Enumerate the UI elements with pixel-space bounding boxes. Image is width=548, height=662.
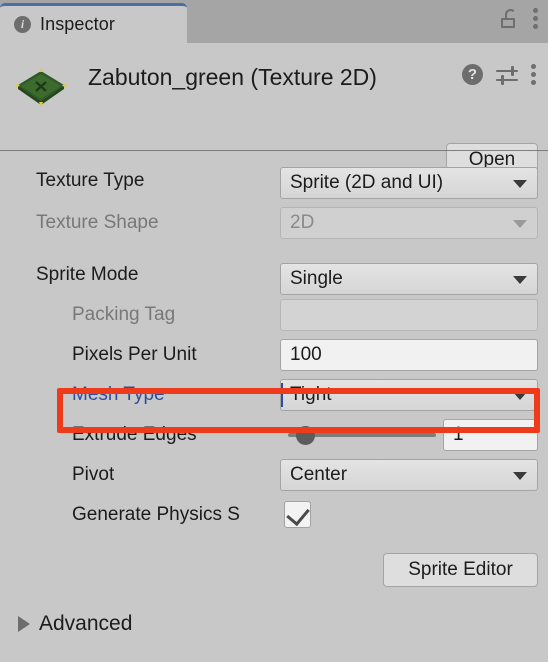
sprite-editor-button[interactable]: Sprite Editor xyxy=(383,553,538,587)
chevron-down-icon xyxy=(513,180,527,188)
chevron-down-icon xyxy=(513,276,527,284)
chevron-down-icon xyxy=(513,392,527,400)
inspector-window: i Inspector Zabuton_green (Texture 2D) ?… xyxy=(0,0,548,662)
unlocked-padlock-icon[interactable] xyxy=(501,9,517,28)
pivot-label: Pivot xyxy=(72,464,115,485)
packing-tag-label: Packing Tag xyxy=(72,304,176,325)
extrude-edges-input[interactable]: 1 xyxy=(443,419,538,451)
kebab-menu-icon[interactable] xyxy=(531,64,536,85)
chevron-down-icon xyxy=(513,220,527,228)
checkmark-icon xyxy=(286,501,310,527)
tab-inspector[interactable]: i Inspector xyxy=(0,3,187,43)
texture-type-label: Texture Type xyxy=(36,170,145,191)
kebab-menu-icon[interactable] xyxy=(533,8,538,29)
triangle-right-icon xyxy=(18,616,30,632)
tab-bar: i Inspector xyxy=(0,0,548,43)
sprite-mode-dropdown[interactable]: Single xyxy=(280,263,538,295)
texture-shape-value: 2D xyxy=(290,212,315,233)
row-pixels-per-unit: Pixels Per Unit 100 xyxy=(0,335,548,375)
texture-type-dropdown[interactable]: Sprite (2D and UI) xyxy=(280,167,538,199)
object-header: Zabuton_green (Texture 2D) ? Open xyxy=(0,43,548,177)
slider-handle[interactable] xyxy=(296,426,315,445)
mesh-type-dropdown[interactable]: Tight xyxy=(280,379,538,411)
pixels-per-unit-input[interactable]: 100 xyxy=(280,339,538,371)
sprite-mode-value: Single xyxy=(290,268,343,289)
extrude-edges-label: Extrude Edges xyxy=(72,424,197,445)
row-texture-type: Texture Type Sprite (2D and UI) xyxy=(0,151,548,203)
tab-bar-actions xyxy=(501,8,538,29)
preset-sliders-icon[interactable] xyxy=(496,65,518,85)
extrude-edges-slider[interactable] xyxy=(288,419,436,451)
info-icon: i xyxy=(14,16,31,33)
row-pivot: Pivot Center xyxy=(0,455,548,495)
pixels-per-unit-value: 100 xyxy=(290,344,322,365)
text-cursor xyxy=(281,383,283,407)
texture-type-value: Sprite (2D and UI) xyxy=(290,172,444,193)
pixels-per-unit-label: Pixels Per Unit xyxy=(72,344,197,365)
tab-inspector-label: Inspector xyxy=(40,14,115,34)
generate-physics-shape-checkbox[interactable] xyxy=(284,501,311,528)
texture-import-settings: Texture Type Sprite (2D and UI) Texture … xyxy=(0,151,548,535)
sprite-mode-label: Sprite Mode xyxy=(36,264,139,285)
texture-shape-label: Texture Shape xyxy=(36,212,159,233)
page-title: Zabuton_green (Texture 2D) xyxy=(88,64,377,90)
pivot-dropdown[interactable]: Center xyxy=(280,459,538,491)
row-texture-shape: Texture Shape 2D xyxy=(0,203,548,243)
generate-physics-shape-label: Generate Physics S xyxy=(72,504,240,525)
foldout-advanced[interactable]: Advanced xyxy=(18,608,132,640)
packing-tag-input xyxy=(280,299,538,331)
pivot-value: Center xyxy=(290,464,348,485)
help-icon[interactable]: ? xyxy=(462,64,483,85)
extrude-edges-value: 1 xyxy=(453,424,464,445)
green-cushion-sprite-thumbnail xyxy=(12,63,70,111)
object-header-actions: ? xyxy=(462,64,536,85)
row-mesh-type: Mesh Type Tight xyxy=(0,375,548,415)
foldout-advanced-label: Advanced xyxy=(39,612,133,635)
mesh-type-label: Mesh Type xyxy=(72,384,165,405)
chevron-down-icon xyxy=(513,472,527,480)
row-extrude-edges: Extrude Edges 1 xyxy=(0,415,548,455)
mesh-type-value: Tight xyxy=(290,384,332,405)
row-sprite-mode: Sprite Mode Single xyxy=(0,243,548,295)
texture-shape-dropdown: 2D xyxy=(280,207,538,239)
row-generate-physics-shape: Generate Physics S xyxy=(0,495,548,535)
row-packing-tag: Packing Tag xyxy=(0,295,548,335)
